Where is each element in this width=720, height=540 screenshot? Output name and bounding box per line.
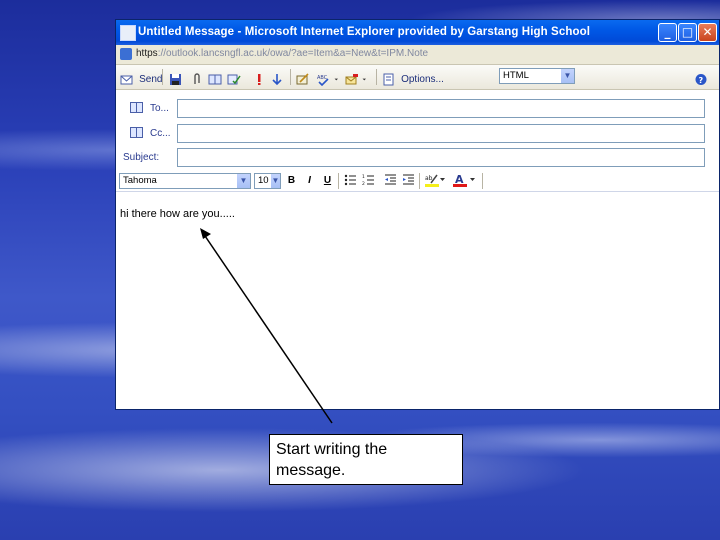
arrow-line [202,232,333,424]
arrow-head [200,228,211,239]
instruction-callout: Start writing the message. [269,434,463,485]
